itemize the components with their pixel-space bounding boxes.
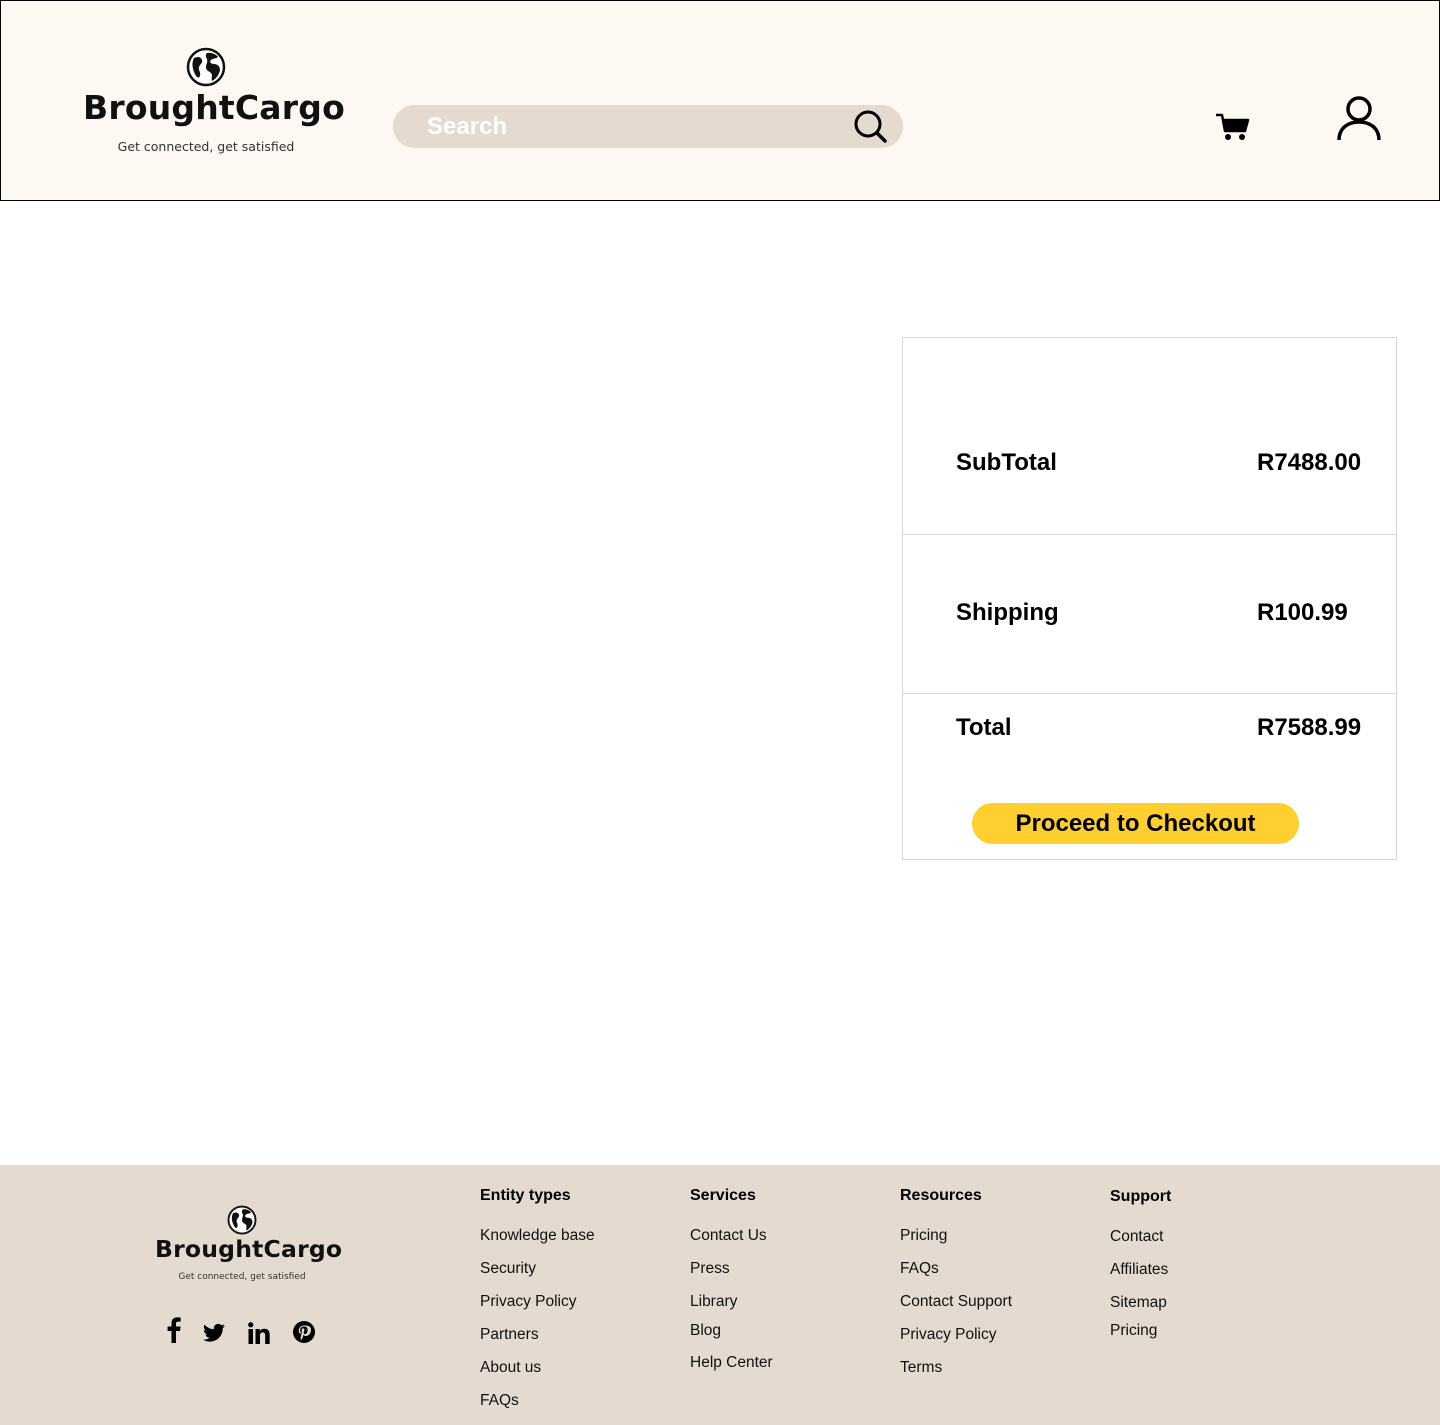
footer-col-support: Support Contact Affiliates Sitemap Prici… — [1110, 1187, 1310, 1354]
footer-link-privacy-policy[interactable]: Privacy Policy — [900, 1325, 1100, 1345]
brand-tagline: Get connected, get satisfied — [178, 1272, 306, 1282]
search-input[interactable] — [427, 109, 847, 144]
footer-link-about-us[interactable]: About us — [480, 1358, 680, 1378]
header-logo[interactable]: BroughtCargo Get connected, get satisfie… — [83, 47, 345, 154]
total-value: R7588.99 — [1257, 714, 1362, 741]
brand-name: BroughtCargo — [155, 1235, 343, 1263]
footer-link-library[interactable]: Library — [690, 1292, 890, 1312]
footer-link-terms[interactable]: Terms — [900, 1358, 1100, 1378]
cart-icon[interactable] — [1215, 111, 1251, 143]
footer-col-title: Entity types — [480, 1187, 571, 1204]
shipping-value: R100.99 — [1257, 599, 1348, 626]
footer-link-knowledge-base[interactable]: Knowledge base — [480, 1226, 680, 1246]
order-summary: SubTotal R7488.00 Shipping R100.99 Total… — [902, 337, 1397, 860]
twitter-icon[interactable] — [203, 1320, 225, 1346]
footer-col-services: Services Contact Us Press Library Blog H… — [690, 1186, 890, 1386]
footer-link-contact-support[interactable]: Contact Support — [900, 1292, 1100, 1312]
footer-col-entity-types: Entity types Knowledge base Security Pri… — [480, 1186, 680, 1424]
footer-col-title: Resources — [900, 1187, 982, 1204]
footer-link-privacy-policy[interactable]: Privacy Policy — [480, 1292, 680, 1312]
divider — [903, 693, 1396, 694]
subtotal-value: R7488.00 — [1257, 449, 1362, 476]
footer-logo[interactable]: BroughtCargo Get connected, get satisfie… — [155, 1205, 343, 1282]
footer-link-partners[interactable]: Partners — [480, 1325, 680, 1345]
footer-link-contact[interactable]: Contact — [1110, 1227, 1310, 1247]
footer-col-title: Services — [690, 1187, 756, 1204]
footer-link-sitemap[interactable]: Sitemap — [1110, 1293, 1310, 1313]
globe-icon — [186, 47, 226, 87]
footer-link-contact-us[interactable]: Contact Us — [690, 1226, 890, 1246]
checkout-button[interactable]: Proceed to Checkout — [972, 803, 1299, 844]
footer-col-resources: Resources Pricing FAQs Contact Support P… — [900, 1186, 1100, 1391]
total-label: Total — [956, 714, 1012, 741]
search-bar — [393, 105, 903, 148]
site-footer: BroughtCargo Get connected, get satisfie… — [0, 1165, 1440, 1425]
footer-link-security[interactable]: Security — [480, 1259, 680, 1279]
footer-link-faqs[interactable]: FAQs — [900, 1259, 1100, 1279]
footer-col-title: Support — [1110, 1188, 1172, 1205]
footer-link-pricing[interactable]: Pricing — [1110, 1321, 1310, 1341]
search-icon[interactable] — [852, 108, 888, 144]
divider — [903, 534, 1396, 535]
site-header: BroughtCargo Get connected, get satisfie… — [0, 0, 1440, 201]
globe-icon — [227, 1205, 257, 1235]
user-icon[interactable] — [1335, 94, 1383, 142]
footer-link-pricing[interactable]: Pricing — [900, 1226, 1100, 1246]
brand-tagline: Get connected, get satisfied — [117, 139, 295, 154]
footer-link-press[interactable]: Press — [690, 1259, 890, 1279]
facebook-icon[interactable] — [166, 1317, 182, 1343]
shipping-label: Shipping — [956, 599, 1059, 626]
footer-link-faqs[interactable]: FAQs — [480, 1391, 680, 1411]
brand-name: BroughtCargo — [83, 88, 345, 127]
footer-link-affiliates[interactable]: Affiliates — [1110, 1260, 1310, 1280]
linkedin-icon[interactable] — [248, 1320, 270, 1346]
footer-link-help-center[interactable]: Help Center — [690, 1353, 890, 1373]
pinterest-icon[interactable] — [293, 1319, 315, 1345]
footer-link-blog[interactable]: Blog — [690, 1321, 890, 1341]
subtotal-label: SubTotal — [956, 449, 1057, 476]
